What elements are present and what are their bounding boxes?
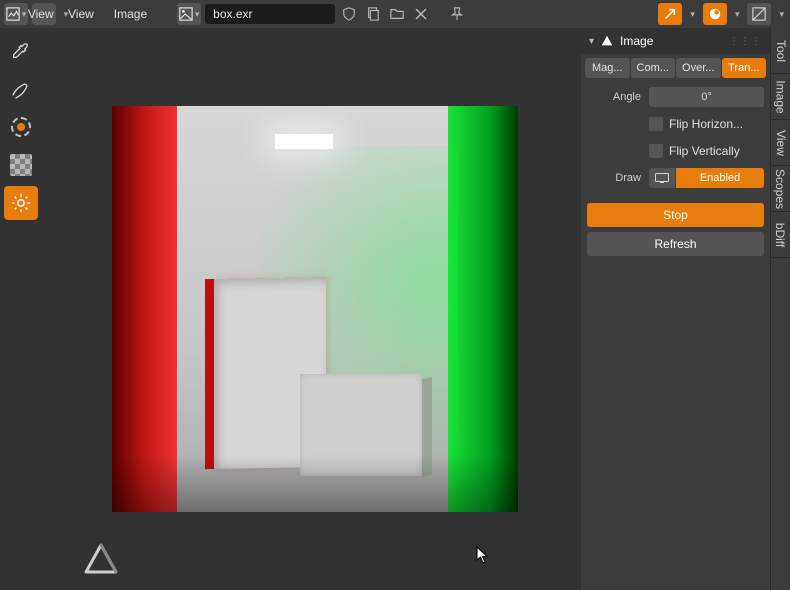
mouse-cursor-icon (476, 546, 490, 564)
properties-panel: ▾ Image ⋮⋮⋮ Mag... Com... Over... Tran..… (581, 28, 770, 590)
tool-sidebar (0, 28, 44, 590)
image-viewport[interactable] (44, 28, 581, 590)
checker-tool[interactable] (4, 148, 38, 182)
sidetab-tool[interactable]: Tool (771, 28, 790, 74)
panel-header[interactable]: ▾ Image ⋮⋮⋮ (581, 28, 770, 54)
render-arrow-button[interactable] (658, 3, 682, 25)
draw-label: Draw (587, 172, 649, 184)
stop-button[interactable]: Stop (587, 203, 764, 227)
image-menu[interactable]: Image (106, 3, 155, 25)
annotate-tool[interactable] (4, 72, 38, 106)
sidetab-view[interactable]: View (771, 120, 790, 166)
grip-icon[interactable]: ⋮⋮⋮ (729, 36, 762, 47)
sidetab-image[interactable]: Image (771, 74, 790, 120)
shading-sphere-button[interactable] (703, 3, 727, 25)
sphere-icon (708, 7, 722, 21)
filename-field[interactable]: box.exr (205, 4, 335, 24)
renderer-logo-icon (82, 542, 120, 576)
chevron-down-icon[interactable]: ▾ (688, 9, 697, 20)
main-area: ▾ Image ⋮⋮⋮ Mag... Com... Over... Tran..… (0, 28, 790, 590)
view-dropdown-label: View (20, 3, 62, 25)
tab-magnification[interactable]: Mag... (585, 58, 630, 78)
chevron-down-icon[interactable]: ▾ (733, 9, 742, 20)
sample-tool[interactable] (4, 110, 38, 144)
chevron-down-icon[interactable]: ▾ (777, 9, 786, 20)
eyedropper-tool[interactable] (4, 34, 38, 68)
arrow-icon (663, 7, 677, 21)
rendered-image (112, 106, 518, 512)
duplicate-button[interactable] (363, 4, 383, 24)
tab-composition[interactable]: Com... (631, 58, 676, 78)
tab-overlay[interactable]: Over... (676, 58, 721, 78)
side-tabs: Tool Image View Scopes bDiff (770, 28, 790, 590)
flip-horizontal-checkbox[interactable]: Flip Horizon... (649, 117, 764, 131)
image-editor-icon (6, 7, 20, 21)
tab-transform[interactable]: Tran... (722, 58, 767, 78)
draw-enabled-button[interactable]: Enabled (676, 168, 764, 188)
linked-image-dropdown[interactable]: ▾ (177, 3, 201, 25)
refresh-button[interactable]: Refresh (587, 232, 764, 256)
draw-display-button[interactable] (649, 168, 675, 188)
image-icon (179, 7, 193, 21)
panel-properties: Angle 0° Flip Horizon... Flip Vertically… (581, 84, 770, 264)
sidetab-bdiff[interactable]: bDiff (771, 212, 790, 258)
view-menu[interactable]: View (60, 3, 102, 25)
chevron-down-icon: ▾ (589, 36, 594, 47)
sidetab-scopes[interactable]: Scopes (771, 166, 790, 212)
fake-user-toggle[interactable] (339, 4, 359, 24)
panel-tabs: Mag... Com... Over... Tran... (581, 54, 770, 84)
panel-title: Image (620, 34, 653, 48)
open-button[interactable] (387, 4, 407, 24)
triangle-icon (600, 34, 614, 48)
diagonal-icon (752, 7, 766, 21)
gear-tool[interactable] (4, 186, 38, 220)
pin-button[interactable] (447, 4, 467, 24)
flip-vertical-checkbox[interactable]: Flip Vertically (649, 144, 764, 158)
view-mode-dropdown[interactable]: View ▾ (32, 3, 56, 25)
top-toolbar: ▾ View ▾ View Image ▾ box.exr ▾ ▾ ▾ (0, 0, 790, 28)
overlay-button[interactable] (747, 3, 771, 25)
unlink-button[interactable] (411, 4, 431, 24)
angle-label: Angle (587, 91, 649, 103)
angle-value[interactable]: 0° (649, 87, 764, 107)
